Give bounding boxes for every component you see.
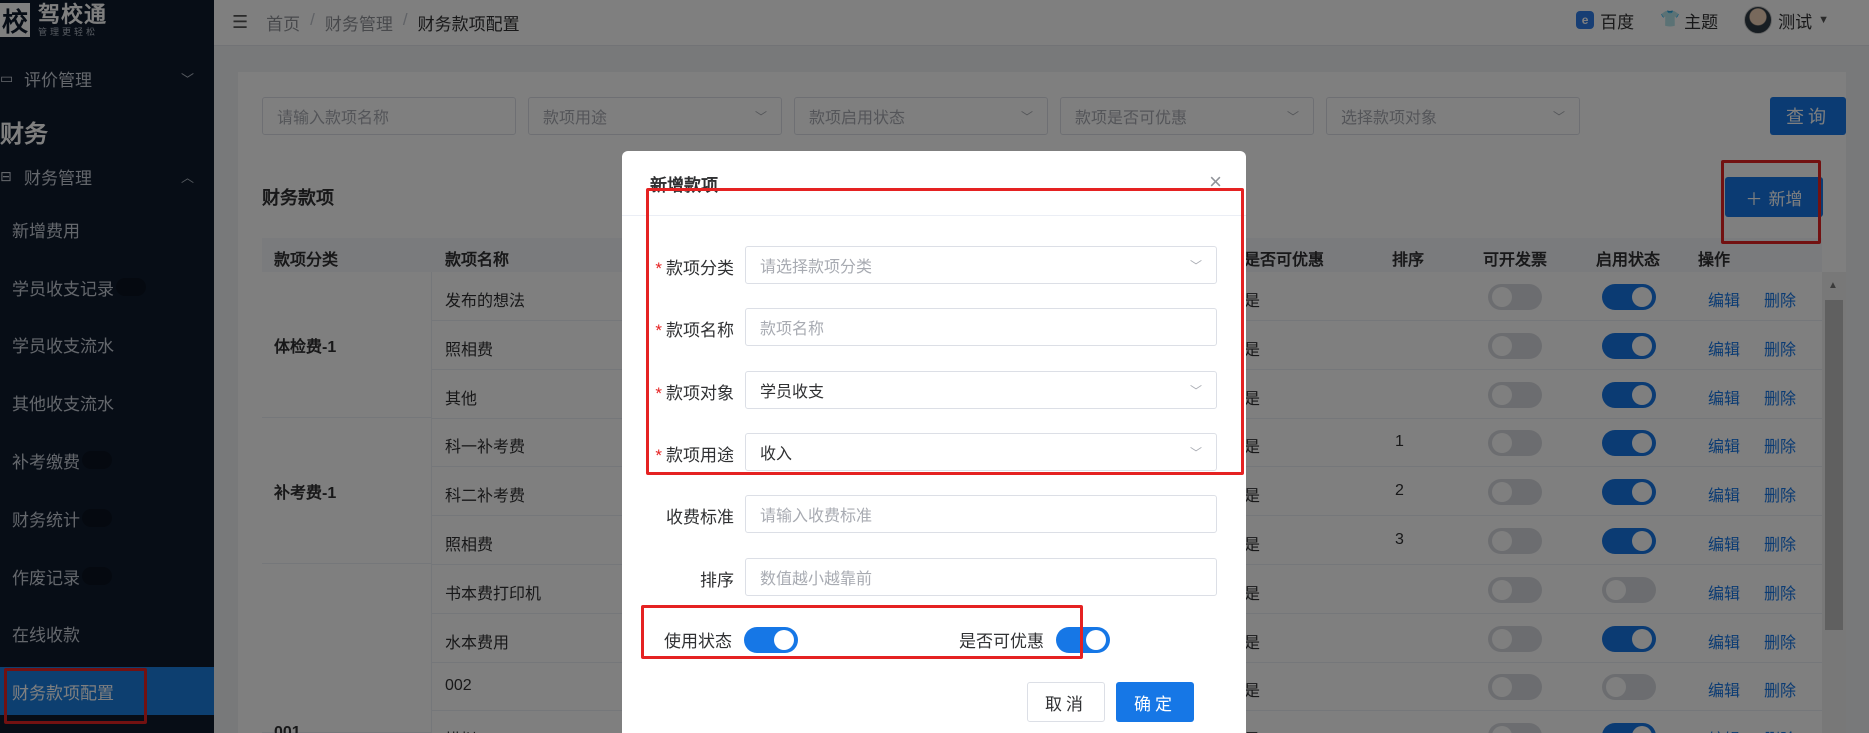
category-select[interactable]: 请选择款项分类 ﹀ <box>745 246 1217 284</box>
chevron-down-icon: ﹀ <box>1189 446 1202 460</box>
fee-input[interactable]: 请输入收费标准 <box>745 495 1217 533</box>
cancel-button[interactable]: 取消 <box>1027 682 1105 722</box>
category-label-text: 款项分类 <box>666 259 734 278</box>
required-mark: * <box>655 321 662 340</box>
confirm-button[interactable]: 确定 <box>1116 682 1194 722</box>
required-mark: * <box>655 446 662 465</box>
name-input[interactable]: 款项名称 <box>745 308 1217 346</box>
close-icon[interactable]: × <box>1209 169 1222 195</box>
add-item-dialog: 新增款项 × * 款项分类 请选择款项分类 ﹀ * 款项名称 款项名称 * 款项对象 学… <box>622 151 1246 733</box>
use-status-label: 使用状态 <box>664 632 732 651</box>
usage-label: * 款项用途 <box>655 441 734 466</box>
toggle-knob <box>1086 630 1106 650</box>
dialog-divider <box>622 215 1246 216</box>
discount-label: 是否可优惠 <box>959 632 1044 651</box>
chevron-down-icon: ﹀ <box>1189 384 1202 398</box>
toggle-knob <box>774 630 794 650</box>
discount-toggle[interactable] <box>1056 627 1110 653</box>
category-label: * 款项分类 <box>655 254 734 279</box>
usage-select-value: 收入 <box>760 446 793 463</box>
required-mark: * <box>655 259 662 278</box>
target-label-text: 款项对象 <box>666 384 734 403</box>
fee-label: 收费标准 <box>666 508 734 527</box>
usage-select[interactable]: 收入 ﹀ <box>745 433 1217 471</box>
required-mark: * <box>655 384 662 403</box>
category-select-text: 请选择款项分类 <box>760 259 873 276</box>
dialog-title: 新增款项 <box>650 176 718 195</box>
use-status-toggle[interactable] <box>744 627 798 653</box>
sort-label: 排序 <box>700 571 734 590</box>
chevron-down-icon: ﹀ <box>1189 259 1202 273</box>
name-label: * 款项名称 <box>655 316 734 341</box>
name-label-text: 款项名称 <box>666 321 734 340</box>
target-select[interactable]: 学员收支 ﹀ <box>745 371 1217 409</box>
target-label: * 款项对象 <box>655 379 734 404</box>
sort-input[interactable]: 数值越小越靠前 <box>745 558 1217 596</box>
usage-label-text: 款项用途 <box>666 446 734 465</box>
target-select-value: 学员收支 <box>760 384 825 401</box>
